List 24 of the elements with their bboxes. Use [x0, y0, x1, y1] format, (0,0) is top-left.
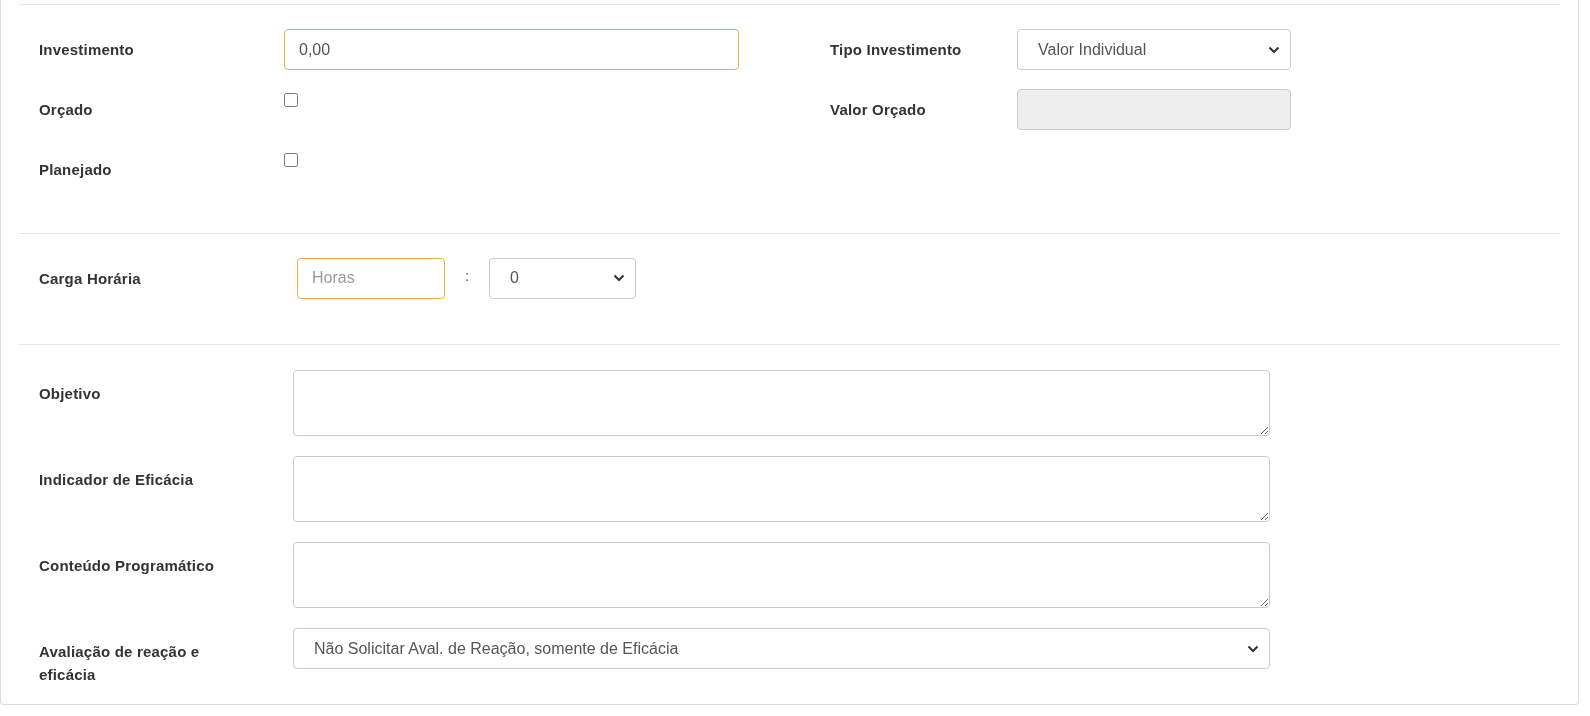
- text-area[interactable]: [293, 370, 1270, 436]
- field-label: Orçado: [39, 101, 94, 118]
- field-label: Objetivo: [39, 384, 102, 404]
- field-label: Carga Horária: [39, 269, 142, 287]
- field-label: Indicador de Eficácia: [39, 470, 195, 490]
- chevron-icon: [1268, 45, 1280, 54]
- separator-text: :: [463, 266, 471, 286]
- field-label: Valor Orçado: [830, 101, 927, 118]
- field-label: Tipo Investimento: [830, 41, 963, 58]
- checkbox[interactable]: [284, 153, 298, 167]
- field-label: Investimento: [39, 41, 135, 58]
- field-label: Avaliação de reação e eficácia: [39, 642, 201, 685]
- text-field[interactable]: Horas: [297, 257, 445, 299]
- chevron-icon: [1247, 644, 1259, 653]
- text-field[interactable]: 0,00: [284, 29, 739, 70]
- dropdown[interactable]: Valor Individual: [1017, 29, 1291, 70]
- field-label: Conteúdo Programático: [39, 556, 216, 576]
- field-label: Planejado: [39, 161, 113, 178]
- chevron-icon: [613, 274, 625, 282]
- text-area[interactable]: [293, 456, 1270, 522]
- checkbox[interactable]: [284, 93, 298, 107]
- text-area[interactable]: [293, 542, 1270, 608]
- dropdown[interactable]: Não Solicitar Aval. de Reação, somente de Eficácia: [293, 628, 1270, 669]
- dropdown[interactable]: 0: [489, 257, 636, 299]
